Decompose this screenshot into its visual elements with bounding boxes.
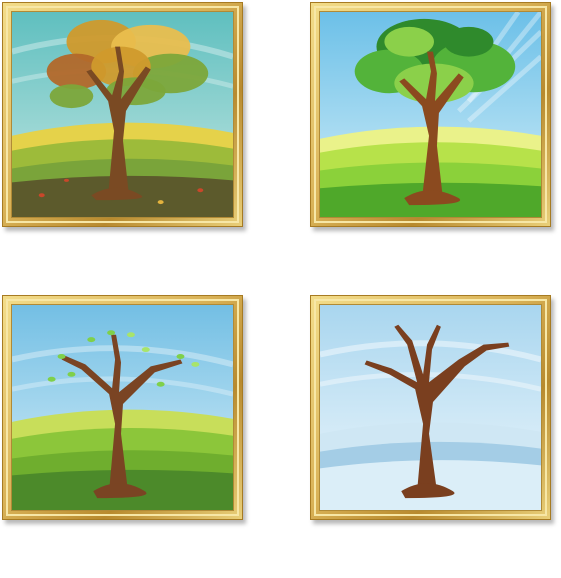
spring-tree-painting: [2, 295, 243, 520]
autumn-tree-painting: [2, 2, 243, 227]
summer-tree-image: [319, 11, 542, 218]
winter-tree-painting: [310, 295, 551, 520]
summer-tree-painting: [310, 2, 551, 227]
autumn-tree-image: [11, 11, 234, 218]
winter-tree-image: [319, 304, 542, 511]
spring-tree-image: [11, 304, 234, 511]
